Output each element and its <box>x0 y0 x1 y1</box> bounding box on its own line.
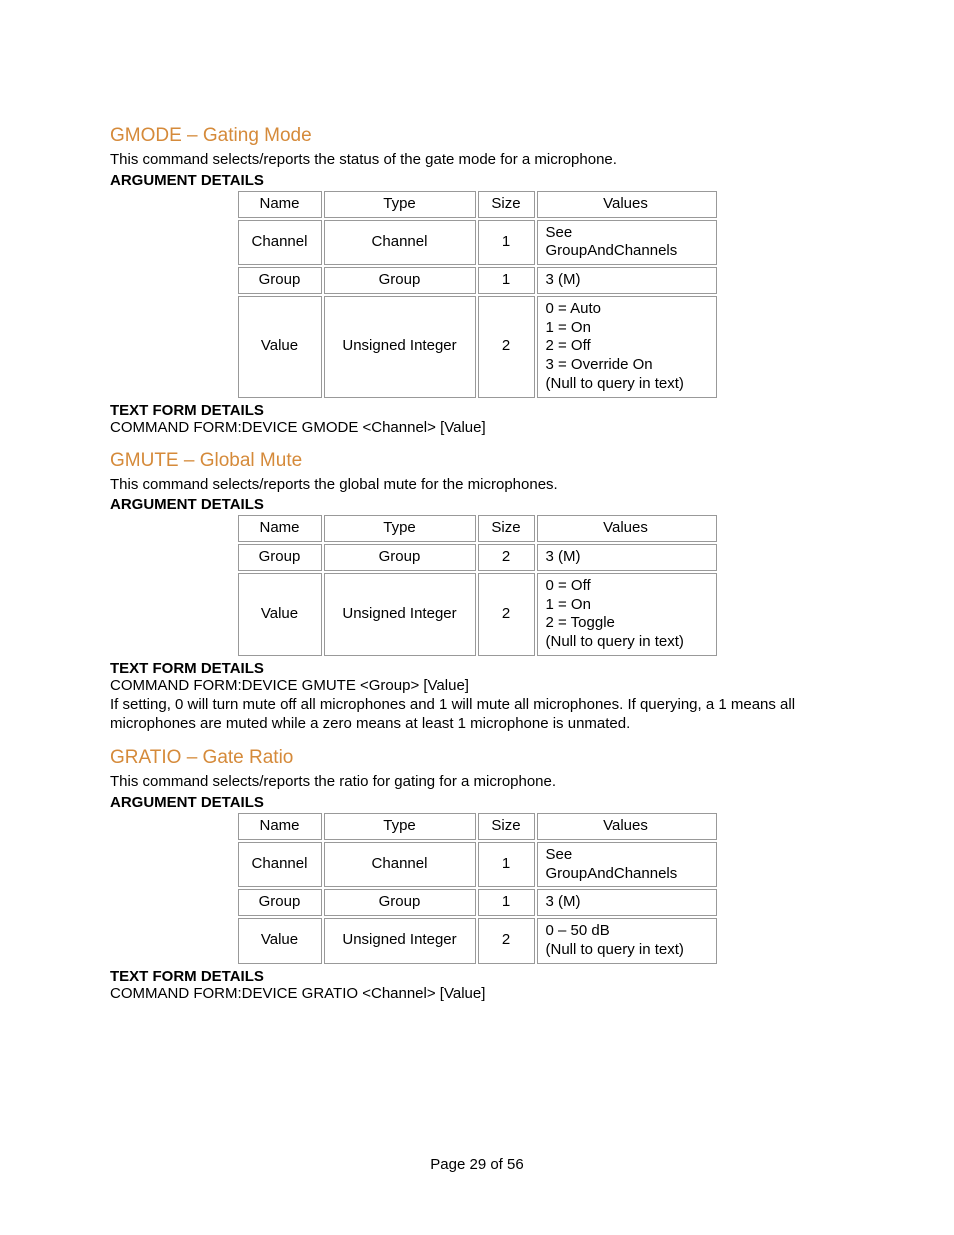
section-note: If setting, 0 will turn mute off all mic… <box>110 696 844 734</box>
col-header-type: Type <box>324 813 476 840</box>
cell-size: 1 <box>478 842 535 888</box>
table-row: GroupGroup13 (M) <box>238 267 717 294</box>
cell-values: 0 = Off 1 = On 2 = Toggle (Null to query… <box>537 573 717 656</box>
cell-type: Group <box>324 544 476 571</box>
cell-name: Channel <box>238 220 322 266</box>
cell-size: 1 <box>478 220 535 266</box>
table-header-row: NameTypeSizeValues <box>238 515 717 542</box>
cell-size: 2 <box>478 296 535 398</box>
cell-type: Channel <box>324 220 476 266</box>
table-header-row: NameTypeSizeValues <box>238 191 717 218</box>
col-header-size: Size <box>478 515 535 542</box>
command-section: GMODE – Gating Mode This command selects/… <box>110 125 844 436</box>
argument-details-label: ARGUMENT DETAILS <box>110 794 844 811</box>
cell-values: 0 = Auto 1 = On 2 = Off 3 = Override On … <box>537 296 717 398</box>
table-row: ChannelChannel1See GroupAndChannels <box>238 220 717 266</box>
cell-name: Group <box>238 889 322 916</box>
cell-size: 2 <box>478 918 535 964</box>
cell-name: Group <box>238 267 322 294</box>
text-form-details-label: TEXT FORM DETAILS <box>110 660 844 677</box>
section-description: This command selects/reports the global … <box>110 476 844 495</box>
cell-name: Channel <box>238 842 322 888</box>
section-heading: GRATIO – Gate Ratio <box>110 747 844 769</box>
section-heading: GMODE – Gating Mode <box>110 125 844 147</box>
cell-values: See GroupAndChannels <box>537 842 717 888</box>
table-row: GroupGroup13 (M) <box>238 889 717 916</box>
command-section: GMUTE – Global Mute This command selects/… <box>110 450 844 734</box>
col-header-type: Type <box>324 515 476 542</box>
arguments-table: NameTypeSizeValuesChannelChannel1See Gro… <box>236 189 719 400</box>
argument-details-label: ARGUMENT DETAILS <box>110 496 844 513</box>
cell-values: 3 (M) <box>537 889 717 916</box>
cell-type: Unsigned Integer <box>324 296 476 398</box>
cell-size: 1 <box>478 889 535 916</box>
col-header-name: Name <box>238 515 322 542</box>
arguments-table: NameTypeSizeValuesChannelChannel1See Gro… <box>236 811 719 966</box>
cell-name: Value <box>238 296 322 398</box>
cell-type: Unsigned Integer <box>324 573 476 656</box>
text-form-details-label: TEXT FORM DETAILS <box>110 968 844 985</box>
col-header-name: Name <box>238 191 322 218</box>
sections-container: GMODE – Gating Mode This command selects/… <box>110 125 844 1002</box>
command-section: GRATIO – Gate Ratio This command selects/… <box>110 747 844 1001</box>
arguments-table: NameTypeSizeValuesGroupGroup23 (M)ValueU… <box>236 513 719 658</box>
cell-values: 0 – 50 dB (Null to query in text) <box>537 918 717 964</box>
col-header-type: Type <box>324 191 476 218</box>
argument-details-label: ARGUMENT DETAILS <box>110 172 844 189</box>
document-page: GMODE – Gating Mode This command selects/… <box>0 0 954 1235</box>
page-footer: Page 29 of 56 <box>0 1156 954 1173</box>
col-header-name: Name <box>238 813 322 840</box>
col-header-values: Values <box>537 191 717 218</box>
command-form: COMMAND FORM:DEVICE GMUTE <Group> [Value… <box>110 677 844 694</box>
table-row: ValueUnsigned Integer20 – 50 dB (Null to… <box>238 918 717 964</box>
text-form-details-label: TEXT FORM DETAILS <box>110 402 844 419</box>
col-header-size: Size <box>478 813 535 840</box>
cell-size: 2 <box>478 544 535 571</box>
table-row: ValueUnsigned Integer20 = Off 1 = On 2 =… <box>238 573 717 656</box>
cell-type: Group <box>324 889 476 916</box>
cell-type: Group <box>324 267 476 294</box>
command-form: COMMAND FORM:DEVICE GRATIO <Channel> [Va… <box>110 985 844 1002</box>
col-header-values: Values <box>537 515 717 542</box>
cell-values: 3 (M) <box>537 544 717 571</box>
cell-values: See GroupAndChannels <box>537 220 717 266</box>
cell-values: 3 (M) <box>537 267 717 294</box>
col-header-values: Values <box>537 813 717 840</box>
table-row: ValueUnsigned Integer20 = Auto 1 = On 2 … <box>238 296 717 398</box>
table-row: GroupGroup23 (M) <box>238 544 717 571</box>
cell-type: Channel <box>324 842 476 888</box>
cell-name: Value <box>238 573 322 656</box>
col-header-size: Size <box>478 191 535 218</box>
cell-type: Unsigned Integer <box>324 918 476 964</box>
cell-name: Group <box>238 544 322 571</box>
table-header-row: NameTypeSizeValues <box>238 813 717 840</box>
section-description: This command selects/reports the ratio f… <box>110 773 844 792</box>
table-row: ChannelChannel1See GroupAndChannels <box>238 842 717 888</box>
section-description: This command selects/reports the status … <box>110 151 844 170</box>
section-heading: GMUTE – Global Mute <box>110 450 844 472</box>
cell-name: Value <box>238 918 322 964</box>
cell-size: 2 <box>478 573 535 656</box>
cell-size: 1 <box>478 267 535 294</box>
command-form: COMMAND FORM:DEVICE GMODE <Channel> [Val… <box>110 419 844 436</box>
